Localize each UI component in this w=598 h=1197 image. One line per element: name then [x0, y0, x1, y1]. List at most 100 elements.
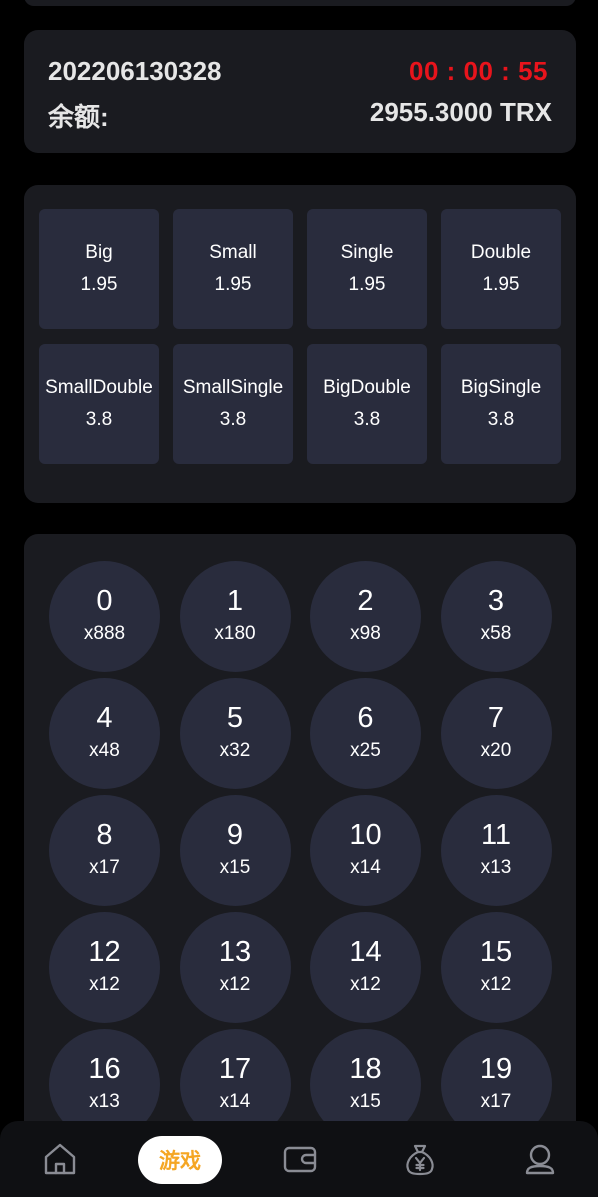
period-number: 202206130328 [48, 56, 222, 86]
number-value: 18 [349, 1053, 382, 1085]
number-multiplier: x32 [219, 740, 251, 761]
number-value: 0 [96, 585, 113, 617]
number-multiplier: x12 [350, 974, 381, 995]
number-value: 3 [487, 585, 505, 617]
bet-option-odds: 1.95 [80, 274, 118, 295]
bet-option-odds: 3.8 [353, 409, 381, 430]
number-multiplier: x58 [480, 623, 512, 644]
nav-home[interactable] [40, 1121, 80, 1197]
number-multiplier: x25 [350, 740, 381, 761]
number-multiplier: x13 [89, 1091, 120, 1112]
round-info-card: 202206130328 00 : 00 : 55 余额: 2955.3000 … [24, 30, 576, 153]
bet-option-double[interactable]: Double 1.95 [441, 209, 561, 329]
number-value: 8 [96, 819, 113, 851]
number-value: 10 [349, 819, 382, 851]
number-value: 7 [487, 702, 505, 734]
number-multiplier: x888 [83, 623, 126, 644]
bet-option-big-double[interactable]: BigDouble 3.8 [307, 344, 427, 464]
bet-option-odds: 1.95 [348, 274, 386, 295]
number-value: 1 [226, 585, 244, 617]
balance-label: 余额: [48, 102, 109, 132]
number-option-5[interactable]: 5 x32 [179, 678, 291, 789]
number-option-9[interactable]: 9 x15 [179, 795, 291, 906]
number-multiplier: x180 [214, 623, 256, 644]
number-multiplier: x17 [480, 1091, 512, 1112]
number-option-1[interactable]: 1 x180 [179, 561, 291, 672]
number-option-3[interactable]: 3 x58 [440, 561, 552, 672]
number-multiplier: x17 [89, 857, 120, 878]
number-multiplier: x14 [350, 857, 381, 878]
number-value: 6 [357, 702, 374, 734]
number-option-15[interactable]: 15 x12 [440, 912, 552, 1023]
number-value: 13 [218, 936, 252, 968]
bet-option-name: Double [470, 242, 532, 263]
number-value: 2 [357, 585, 374, 617]
bet-option-odds: 3.8 [85, 409, 113, 430]
number-option-12[interactable]: 12 x12 [49, 912, 160, 1023]
nav-game-tab[interactable]: 游戏 [138, 1136, 222, 1184]
bet-option-big-single[interactable]: BigSingle 3.8 [441, 344, 561, 464]
number-value: 9 [226, 819, 244, 851]
balance-value: 2955.3000 TRX [369, 97, 552, 127]
number-option-0[interactable]: 0 x888 [49, 561, 160, 672]
bet-option-odds: 3.8 [487, 409, 515, 430]
number-option-6[interactable]: 6 x25 [310, 678, 421, 789]
bet-option-name: Big [85, 242, 113, 263]
bet-option-small-single[interactable]: SmallSingle 3.8 [173, 344, 293, 464]
number-multiplier: x48 [89, 740, 120, 761]
number-picker-card: 0 x888 1 x180 2 x98 3 x58 4 x48 5 x32 6 x25 7 x20 8 x17 9 x… [24, 534, 576, 1197]
bet-option-odds: 1.95 [482, 274, 520, 295]
number-option-2[interactable]: 2 x98 [310, 561, 421, 672]
number-value: 12 [88, 936, 121, 968]
number-value: 19 [479, 1053, 513, 1085]
bet-option-name: SmallSingle [182, 377, 284, 398]
bet-option-name: BigSingle [460, 377, 542, 398]
number-option-7[interactable]: 7 x20 [440, 678, 552, 789]
bet-option-name: Single [340, 242, 394, 263]
bet-options-card: Big 1.95 Small 1.95 Single 1.95 Double 1… [24, 185, 576, 503]
money-bag-icon [406, 1144, 434, 1176]
number-option-13[interactable]: 13 x12 [179, 912, 291, 1023]
number-option-11[interactable]: 11 x13 [440, 795, 552, 906]
bet-option-name: Small [209, 242, 257, 263]
bet-option-small-double[interactable]: SmallDouble 3.8 [39, 344, 159, 464]
bet-option-small[interactable]: Small 1.95 [173, 209, 293, 329]
nav-wallet[interactable] [280, 1121, 320, 1197]
number-option-10[interactable]: 10 x14 [310, 795, 421, 906]
nav-finance[interactable] [400, 1121, 440, 1197]
number-multiplier: x15 [219, 857, 251, 878]
bet-option-odds: 1.95 [214, 274, 252, 295]
number-multiplier: x12 [480, 974, 512, 995]
number-multiplier: x12 [219, 974, 251, 995]
bottom-nav: 游戏 [0, 1121, 598, 1197]
number-grid: 0 x888 1 x180 2 x98 3 x58 4 x48 5 x32 6 x25 7 x20 8 x17 9 x… [49, 561, 552, 1140]
bet-option-name: SmallDouble [45, 377, 153, 398]
bet-options-grid: Big 1.95 Small 1.95 Single 1.95 Double 1… [39, 209, 561, 464]
bet-option-odds: 3.8 [219, 409, 247, 430]
number-value: 11 [480, 819, 512, 851]
number-value: 4 [96, 702, 113, 734]
number-multiplier: x98 [350, 623, 381, 644]
number-value: 14 [349, 936, 382, 968]
number-multiplier: x15 [350, 1091, 381, 1112]
home-icon [44, 1143, 76, 1175]
number-value: 16 [88, 1053, 121, 1085]
countdown-timer: 00 : 00 : 55 [409, 56, 548, 86]
number-multiplier: x14 [219, 1091, 251, 1112]
user-icon [525, 1144, 555, 1175]
bet-option-single[interactable]: Single 1.95 [307, 209, 427, 329]
number-value: 5 [226, 702, 244, 734]
wallet-icon [283, 1146, 317, 1173]
number-option-8[interactable]: 8 x17 [49, 795, 160, 906]
bet-option-big[interactable]: Big 1.95 [39, 209, 159, 329]
number-value: 15 [479, 936, 513, 968]
number-multiplier: x20 [480, 740, 512, 761]
nav-profile[interactable] [520, 1121, 560, 1197]
previous-card-edge [24, 0, 576, 6]
bet-option-name: BigDouble [323, 377, 411, 398]
number-multiplier: x12 [89, 974, 120, 995]
number-multiplier: x13 [480, 857, 512, 878]
number-value: 17 [218, 1053, 252, 1085]
number-option-4[interactable]: 4 x48 [49, 678, 160, 789]
number-option-14[interactable]: 14 x12 [310, 912, 421, 1023]
